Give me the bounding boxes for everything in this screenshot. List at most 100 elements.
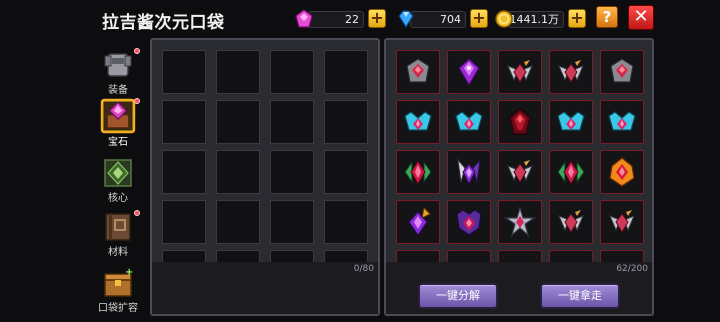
pocket-footer [152,262,378,314]
winged-gem-icon [558,60,584,83]
close-button[interactable]: ✕ [628,5,654,30]
cyan-crown-gem-icon [404,111,432,131]
crest-gem-icon [406,58,430,83]
green-leaf-gem-icon [557,160,585,185]
empty-slot[interactable] [162,50,206,94]
gem-slot[interactable] [600,100,644,144]
gem-slot[interactable] [498,100,542,144]
tab-pocket-expand-label: 口袋扩容 [98,303,138,314]
empty-slot[interactable] [216,50,260,94]
winged-gem-icon [609,210,635,233]
empty-slot[interactable] [324,200,368,244]
pink-gem-amount: 22 [308,11,364,28]
green-leaf-gem-icon [404,160,432,185]
empty-slot[interactable] [270,200,314,244]
decompose-all-button[interactable]: 一键分解 [418,283,498,309]
currency-gold-coin: 1441.1万 + [494,8,590,30]
empty-slot[interactable] [324,50,368,94]
winged-gem-icon [507,160,533,183]
core-icon [104,159,132,187]
empty-slot[interactable] [162,100,206,144]
blue-diamond-amount: 704 [410,11,466,28]
empty-slot[interactable] [216,100,260,144]
empty-slot[interactable] [162,250,206,262]
tab-materials[interactable]: 材料 [96,210,140,258]
pink-gem-icon [295,9,313,28]
orange-spike-gem-icon [408,206,431,236]
gem-chest-icon [100,98,136,134]
empty-slot[interactable] [270,50,314,94]
empty-slot[interactable] [324,150,368,194]
tab-equipment-label: 装备 [108,85,128,96]
gem-slot[interactable] [396,200,440,244]
gem-slot[interactable] [549,200,593,244]
gem-slot[interactable] [549,50,593,94]
purple-crest-gem-icon [456,209,482,236]
cyan-crown-gem-icon [455,111,483,131]
gem-slot[interactable] [447,150,491,194]
cyan-crown-gem-icon [557,111,585,131]
help-button[interactable]: ? [596,6,618,28]
empty-slot[interactable] [270,250,314,262]
notification-badge [134,48,140,54]
tab-materials-label: 材料 [108,247,128,258]
material-book-icon [105,213,131,241]
tab-pocket-expand[interactable]: + 口袋扩容 [94,266,142,314]
purple-crystal-icon [458,58,480,87]
pocket-expand-icon: + [104,267,133,297]
armor-icon [104,53,132,77]
pocket-count: 0/80 [353,264,374,274]
notification-badge [134,98,140,104]
svg-text:+: + [125,267,133,278]
dark-red-gem-icon [509,108,531,135]
inventory-panel: 62/200 一键分解 一键拿走 [384,38,654,316]
gem-slot[interactable] [447,200,491,244]
winged-gem-icon [558,210,584,233]
gem-slot[interactable] [549,150,593,194]
empty-slot[interactable] [324,100,368,144]
gem-slot[interactable] [600,150,644,194]
add-pink-gem-button[interactable]: + [368,9,386,28]
tab-gems[interactable]: 宝石 [96,98,140,148]
take-all-button[interactable]: 一键拿走 [540,283,620,309]
gem-slot[interactable] [549,250,593,262]
gem-slot[interactable] [498,50,542,94]
empty-slot[interactable] [270,100,314,144]
empty-slot[interactable] [162,200,206,244]
currency-blue-diamond: 704 + [396,8,492,30]
gem-slot[interactable] [447,50,491,94]
add-gold-coin-button[interactable]: + [568,9,586,28]
gem-slot[interactable] [549,100,593,144]
inventory-grid [396,50,646,262]
empty-slot[interactable] [270,150,314,194]
pocket-grid [162,50,372,262]
gem-slot[interactable] [600,200,644,244]
empty-slot[interactable] [324,250,368,262]
tab-gems-label: 宝石 [108,137,128,148]
gem-slot[interactable] [396,100,440,144]
empty-slot[interactable] [216,200,260,244]
tab-equipment[interactable]: 装备 [96,48,140,96]
empty-slot[interactable] [216,150,260,194]
empty-slot[interactable] [162,150,206,194]
gem-slot[interactable] [447,100,491,144]
tab-core[interactable]: 核心 [96,156,140,204]
gold-coin-amount: 1441.1万 [508,11,564,28]
empty-slot[interactable] [216,250,260,262]
gem-slot[interactable] [396,250,440,262]
star-gem-icon [504,206,536,237]
gem-slot[interactable] [396,50,440,94]
cyan-crown-gem-icon [608,111,636,131]
pocket-panel: 0/80 [150,38,380,316]
add-blue-diamond-button[interactable]: + [470,9,488,28]
gem-slot[interactable] [498,150,542,194]
inventory-count: 62/200 [616,264,648,274]
gem-slot[interactable] [447,250,491,262]
gem-slot[interactable] [396,150,440,194]
gem-slot[interactable] [498,200,542,244]
crest-gem-icon [610,58,634,83]
gem-slot[interactable] [600,250,644,262]
currency-pink-gem: 22 + [294,8,390,30]
gem-slot[interactable] [498,250,542,262]
gem-slot[interactable] [600,50,644,94]
